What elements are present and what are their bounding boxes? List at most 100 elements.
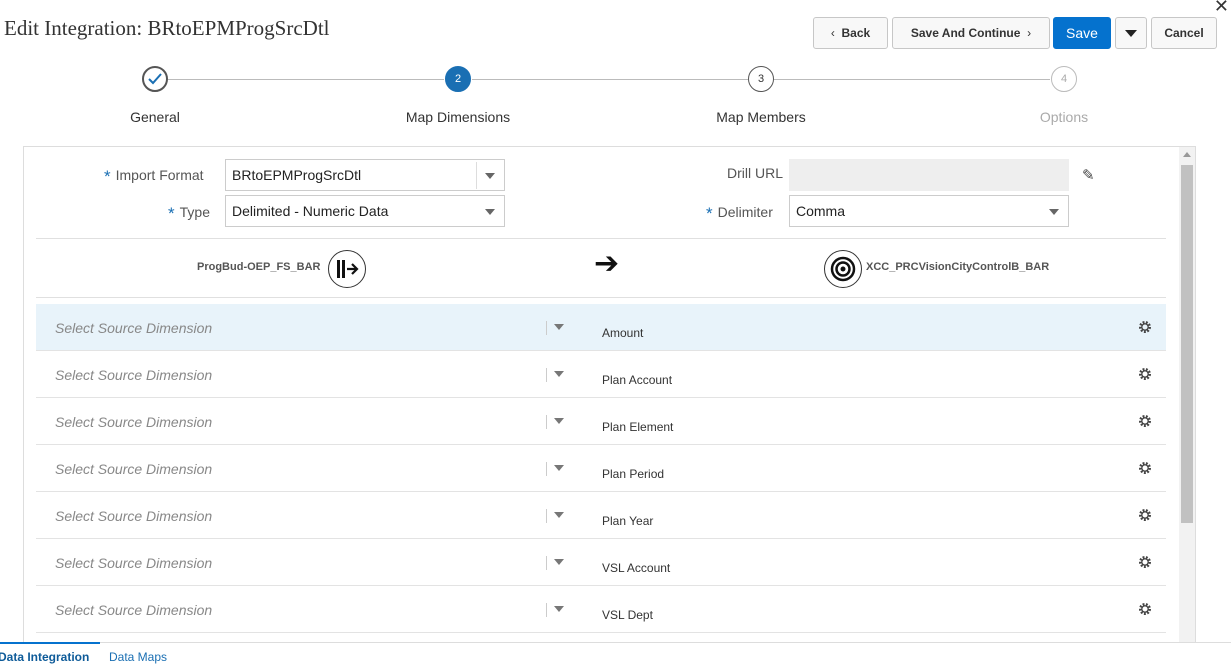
source-dimension-select[interactable]: Select Source Dimension	[55, 508, 212, 524]
map-dimensions-panel: * Import Format BRtoEPMProgSrcDtl * Type D…	[23, 146, 1196, 642]
import-format-label: * Import Format	[104, 167, 204, 186]
select-divider	[546, 462, 547, 476]
import-format-select[interactable]: BRtoEPMProgSrcDtl	[225, 159, 505, 191]
dropdown-arrow-icon[interactable]	[554, 606, 564, 612]
import-format-value: BRtoEPMProgSrcDtl	[232, 167, 362, 183]
select-divider	[546, 509, 547, 523]
active-tab-indicator	[0, 642, 100, 644]
scroll-up-icon[interactable]	[1183, 152, 1191, 157]
step-general-label[interactable]: General	[55, 109, 255, 125]
dropdown-arrow-icon	[1049, 209, 1059, 215]
dropdown-arrow-icon[interactable]	[554, 371, 564, 377]
caret-down-icon	[1125, 29, 1137, 37]
divider	[36, 297, 1166, 298]
mapping-direction-arrow-icon: ➔	[594, 247, 620, 280]
vertical-scrollbar[interactable]	[1179, 147, 1195, 642]
step-options-label[interactable]: Options	[964, 109, 1164, 125]
target-dimension-label: Plan Period	[602, 467, 665, 481]
step-map-dimensions-marker[interactable]: 2	[445, 66, 471, 92]
dropdown-arrow-icon[interactable]	[554, 324, 564, 330]
source-dimension-select[interactable]: Select Source Dimension	[55, 414, 212, 430]
source-dimension-select[interactable]: Select Source Dimension	[55, 367, 212, 383]
back-label: Back	[841, 26, 871, 40]
delimiter-label: * Delimiter	[706, 204, 773, 223]
chevron-right-icon: ›	[1027, 26, 1032, 40]
type-select[interactable]: Delimited - Numeric Data	[225, 195, 505, 227]
close-icon[interactable]: ✕	[1214, 0, 1229, 16]
source-dimension-select[interactable]: Select Source Dimension	[55, 320, 212, 336]
select-divider	[546, 556, 547, 570]
gear-icon[interactable]	[1138, 414, 1152, 428]
target-icon	[830, 256, 856, 282]
step-map-members-label[interactable]: Map Members	[661, 109, 861, 125]
target-application-name: XCC_PRCVisionCityControlB_BAR	[866, 261, 1050, 273]
scrollbar-thumb[interactable]	[1181, 165, 1193, 523]
source-application-icon	[328, 250, 366, 288]
dropdown-arrow-icon[interactable]	[554, 559, 564, 565]
gear-icon[interactable]	[1138, 461, 1152, 475]
save-and-continue-label: Save And Continue	[910, 26, 1021, 40]
source-dimension-select[interactable]: Select Source Dimension	[55, 602, 212, 618]
drill-url-label: Drill URL	[727, 165, 783, 181]
target-application-icon	[824, 250, 862, 288]
dimension-row[interactable]: Select Source Dimension Plan Year	[36, 492, 1166, 539]
dropdown-arrow-icon[interactable]	[554, 512, 564, 518]
tab-data-maps[interactable]: Data Maps	[109, 650, 167, 664]
dropdown-arrow-icon[interactable]	[554, 418, 564, 424]
step-train: 2 3 4 General Map Dimensions Map Members…	[0, 66, 1231, 126]
chevron-left-icon: ‹	[830, 26, 835, 40]
step-options-marker[interactable]: 4	[1051, 66, 1077, 92]
delimiter-value: Comma	[796, 203, 846, 219]
step-general-marker[interactable]	[142, 66, 168, 92]
gear-icon[interactable]	[1138, 602, 1152, 616]
target-dimension-label: VSL Account	[602, 561, 671, 575]
target-dimension-label: Amount	[602, 326, 644, 340]
source-export-icon	[337, 260, 359, 278]
gear-icon[interactable]	[1138, 320, 1152, 334]
dropdown-arrow-icon	[485, 173, 495, 179]
select-divider	[476, 162, 477, 189]
type-value: Delimited - Numeric Data	[232, 203, 389, 219]
save-button[interactable]: Save	[1053, 17, 1111, 49]
dimension-row[interactable]: Select Source Dimension VSL Dept	[36, 586, 1166, 633]
edit-pencil-icon[interactable]: ✎	[1082, 166, 1095, 184]
dimension-row[interactable]: Select Source Dimension VSL Account	[36, 539, 1166, 586]
target-dimension-label: Plan Account	[602, 373, 673, 387]
required-marker: *	[168, 204, 175, 223]
gear-icon[interactable]	[1138, 555, 1152, 569]
checkmark-icon	[148, 73, 162, 85]
cancel-button[interactable]: Cancel	[1151, 17, 1217, 49]
dimension-row[interactable]: Select Source Dimension Plan Period	[36, 445, 1166, 492]
type-label: * Type	[168, 204, 210, 223]
target-dimension-label: VSL Dept	[602, 608, 653, 622]
dropdown-arrow-icon[interactable]	[554, 465, 564, 471]
save-and-continue-button[interactable]: Save And Continue ›	[892, 17, 1050, 49]
dimension-mapping-list: Select Source Dimension Amount Select So…	[36, 304, 1166, 633]
dimension-row[interactable]: Select Source Dimension Plan Element	[36, 398, 1166, 445]
divider	[36, 238, 1166, 239]
gear-icon[interactable]	[1138, 367, 1152, 381]
save-options-dropdown-button[interactable]	[1115, 17, 1147, 49]
select-divider	[546, 368, 547, 382]
dimension-row[interactable]: Select Source Dimension Plan Account	[36, 351, 1166, 398]
back-button[interactable]: ‹ Back	[813, 17, 888, 49]
target-dimension-label: Plan Element	[602, 420, 674, 434]
gear-icon[interactable]	[1138, 508, 1152, 522]
required-marker: *	[706, 204, 713, 223]
footer-tab-bar: Data Integration Data Maps	[0, 642, 1231, 671]
required-marker: *	[104, 167, 111, 186]
delimiter-select[interactable]: Comma	[789, 195, 1069, 227]
dropdown-arrow-icon	[485, 209, 495, 215]
train-connector	[472, 79, 748, 80]
source-application-name: ProgBud-OEP_FS_BAR	[197, 261, 321, 273]
page-title: Edit Integration: BRtoEPMProgSrcDtl	[4, 16, 330, 40]
drill-url-field[interactable]	[789, 159, 1069, 191]
step-map-dimensions-label[interactable]: Map Dimensions	[358, 109, 558, 125]
dimension-row[interactable]: Select Source Dimension Amount	[36, 304, 1166, 351]
target-dimension-label: Plan Year	[602, 514, 654, 528]
source-dimension-select[interactable]: Select Source Dimension	[55, 555, 212, 571]
tab-data-integration[interactable]: Data Integration	[0, 650, 89, 664]
source-dimension-select[interactable]: Select Source Dimension	[55, 461, 212, 477]
step-map-members-marker[interactable]: 3	[748, 66, 774, 92]
select-divider	[546, 603, 547, 617]
